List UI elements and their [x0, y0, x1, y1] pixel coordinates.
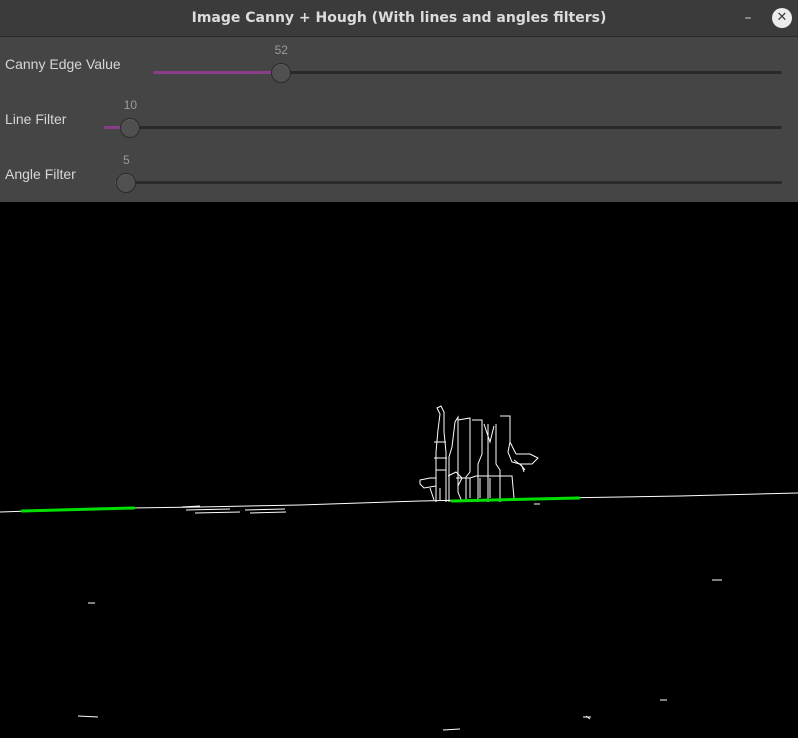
- slider-row-canny: Canny Edge Value 52: [0, 37, 798, 92]
- line-filter-value: 10: [123, 98, 138, 112]
- edge-specks: [77, 503, 722, 731]
- canny-edge-label: Canny Edge Value: [5, 56, 121, 72]
- edge-image: [0, 405, 798, 731]
- slider-row-angle: Angle Filter 5: [0, 147, 798, 202]
- canny-edge-thumb[interactable]: [271, 63, 292, 83]
- angle-filter-value: 5: [122, 153, 130, 167]
- line-filter-label: Line Filter: [5, 111, 67, 127]
- line-filter-track[interactable]: [104, 126, 782, 129]
- canny-edge-fill: [153, 71, 282, 74]
- oil-rig-edges: [419, 405, 539, 503]
- window-title: Image Canny + Hough (With lines and angl…: [191, 10, 607, 26]
- close-button[interactable]: ✕: [772, 8, 792, 28]
- minimize-button[interactable]: –: [738, 8, 758, 28]
- title-bar: Image Canny + Hough (With lines and angl…: [0, 0, 798, 37]
- hough-line-right: [450, 496, 581, 503]
- canny-edge-value: 52: [274, 43, 288, 57]
- image-canvas: [0, 202, 798, 734]
- angle-filter-thumb[interactable]: [116, 173, 137, 193]
- angle-filter-track[interactable]: [115, 181, 782, 184]
- angle-filter-label: Angle Filter: [5, 166, 76, 182]
- line-filter-thumb[interactable]: [120, 118, 141, 138]
- canny-edges: [0, 405, 798, 731]
- slider-row-line: Line Filter 10: [0, 92, 798, 147]
- hough-line-left: [20, 506, 136, 513]
- trackbar-panel: Canny Edge Value 52 Line Filter 10 Angle…: [0, 37, 798, 202]
